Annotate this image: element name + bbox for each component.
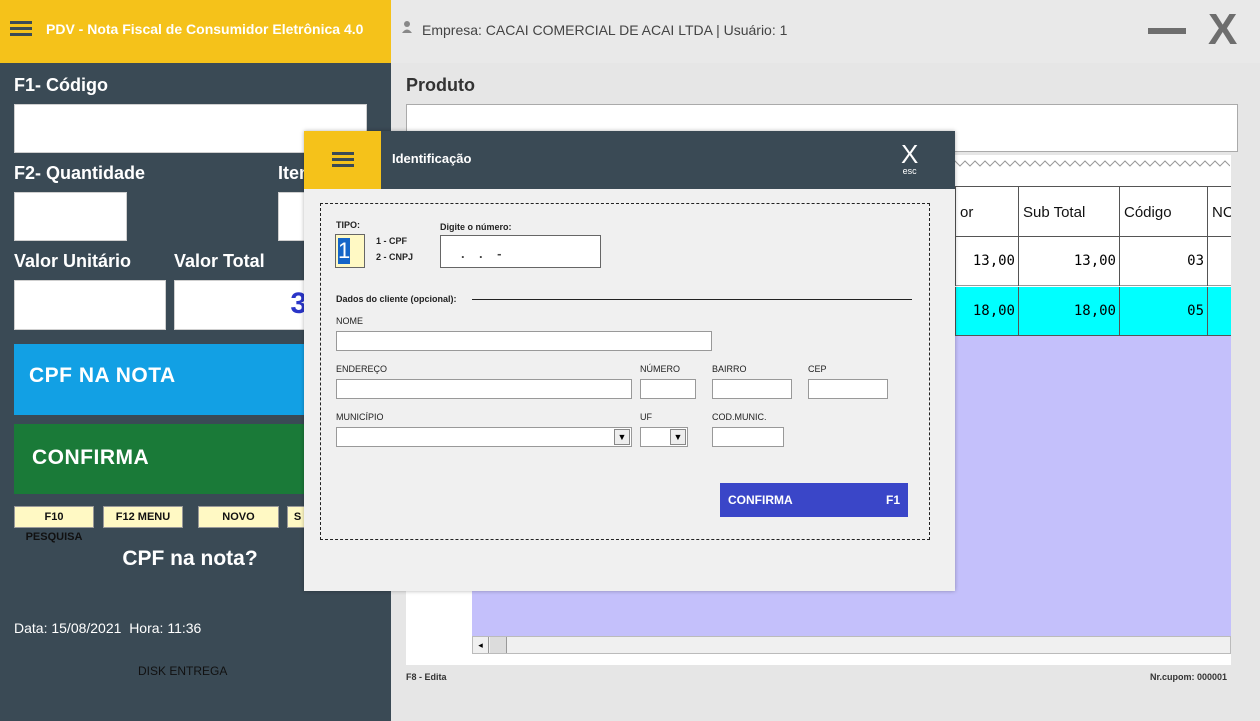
column-header-subtotal: Sub Total <box>1018 186 1120 237</box>
row1-codigo: 03 <box>1119 237 1208 286</box>
nome-label: NOME <box>336 316 363 326</box>
column-header-valor: or <box>955 186 1019 237</box>
horizontal-scrollbar[interactable]: ◂ <box>472 636 1231 654</box>
user-icon <box>402 21 412 33</box>
dados-cliente-label: Dados do cliente (opcional): <box>336 294 457 304</box>
dialog-confirma-key: F1 <box>885 493 900 507</box>
documento-input[interactable]: . . - <box>440 235 601 268</box>
app-title: PDV - Nota Fiscal de Consumidor Eletrôni… <box>46 21 364 37</box>
dialog-title: Identificação <box>392 151 472 166</box>
tipo-option-cnpj: 2 - CNPJ <box>376 252 414 262</box>
row2-codigo: 05 <box>1119 287 1208 336</box>
dialog-confirma-button[interactable]: CONFIRMA F1 <box>720 483 908 517</box>
chevron-down-icon[interactable]: ▼ <box>670 429 686 445</box>
menu-icon[interactable] <box>10 21 32 37</box>
bairro-input[interactable] <box>712 379 792 399</box>
quantidade-label: F2- Quantidade <box>14 163 146 183</box>
identificacao-dialog: Identificação X esc TIPO: 1 1 - CPF 2 - … <box>304 131 955 591</box>
f8-hint: F8 - Edita <box>406 672 447 682</box>
cep-label: CEP <box>808 364 827 374</box>
section-divider <box>472 299 912 300</box>
endereco-input[interactable] <box>336 379 632 399</box>
row1-ncm <box>1207 237 1231 286</box>
row2-subtotal: 18,00 <box>1018 287 1120 336</box>
valor-unitario-label: Valor Unitário <box>14 251 132 271</box>
tipo-label: TIPO: <box>336 220 360 230</box>
valor-total-display: 3 <box>174 280 308 330</box>
f12-menu-button[interactable]: F12 MENU <box>103 506 183 528</box>
cpf-na-nota-label: CPF NA NOTA <box>29 364 176 387</box>
municipio-label: MUNICÍPIO <box>336 412 384 422</box>
numero-field-label: NÚMERO <box>640 364 680 374</box>
close-app-button[interactable]: X <box>1208 8 1237 52</box>
codigo-label: F1- Código <box>14 75 108 95</box>
minimize-button[interactable] <box>1148 28 1186 34</box>
numero-label: Digite o número: <box>440 222 512 232</box>
numero-input[interactable] <box>640 379 696 399</box>
row1-valor: 13,00 <box>955 237 1019 286</box>
codmunic-input[interactable] <box>712 427 784 447</box>
tipo-option-cpf: 1 - CPF <box>376 236 408 246</box>
bairro-label: BAIRRO <box>712 364 747 374</box>
codmunic-label: COD.MUNIC. <box>712 412 767 422</box>
row1-subtotal: 13,00 <box>1018 237 1120 286</box>
confirma-label: CONFIRMA <box>32 446 150 469</box>
f10-pesquisa-button[interactable]: F10 PESQUISA <box>14 506 94 543</box>
scroll-thumb[interactable] <box>490 637 507 653</box>
dialog-close-button[interactable]: X esc <box>901 141 918 176</box>
row2-valor: 18,00 <box>955 287 1019 336</box>
uf-label: UF <box>640 412 652 422</box>
valor-total-label: Valor Total <box>174 251 265 271</box>
uf-select[interactable]: ▼ <box>640 427 688 447</box>
valor-unitario-input <box>14 280 166 330</box>
dialog-menu-box <box>304 131 381 189</box>
cep-input[interactable] <box>808 379 888 399</box>
novo-button[interactable]: NOVO <box>198 506 279 528</box>
cpf-na-nota-button[interactable]: CPF NA NOTA <box>14 344 308 415</box>
municipio-select[interactable]: ▼ <box>336 427 632 447</box>
esc-hint: esc <box>902 166 917 176</box>
disk-entrega-label: DISK ENTREGA <box>138 664 228 678</box>
tipo-input[interactable]: 1 <box>335 234 365 268</box>
documento-mask: . . - <box>461 246 502 261</box>
row2-ncm <box>1207 287 1231 336</box>
date-time: Data: 15/08/2021 Hora: 11:36 <box>14 620 202 636</box>
nome-input[interactable] <box>336 331 712 351</box>
company-user-info: Empresa: CACAI COMERCIAL DE ACAI LTDA | … <box>422 22 788 38</box>
close-icon: X <box>901 139 919 169</box>
tipo-value: 1 <box>338 238 351 264</box>
scroll-left-icon[interactable]: ◂ <box>473 637 489 653</box>
chevron-down-icon[interactable]: ▼ <box>614 429 630 445</box>
menu-icon[interactable] <box>332 152 354 168</box>
quantidade-input[interactable] <box>14 192 127 241</box>
column-header-ncm: NC <box>1207 186 1231 237</box>
produto-label: Produto <box>406 75 475 95</box>
confirma-button[interactable]: CONFIRMA <box>14 424 308 494</box>
endereco-label: ENDEREÇO <box>336 364 388 374</box>
column-header-codigo: Código <box>1119 186 1208 237</box>
grid-torn-edge <box>940 160 1230 167</box>
dialog-confirma-label: CONFIRMA <box>728 493 793 507</box>
cupom-number: Nr.cupom: 000001 <box>1150 672 1228 682</box>
